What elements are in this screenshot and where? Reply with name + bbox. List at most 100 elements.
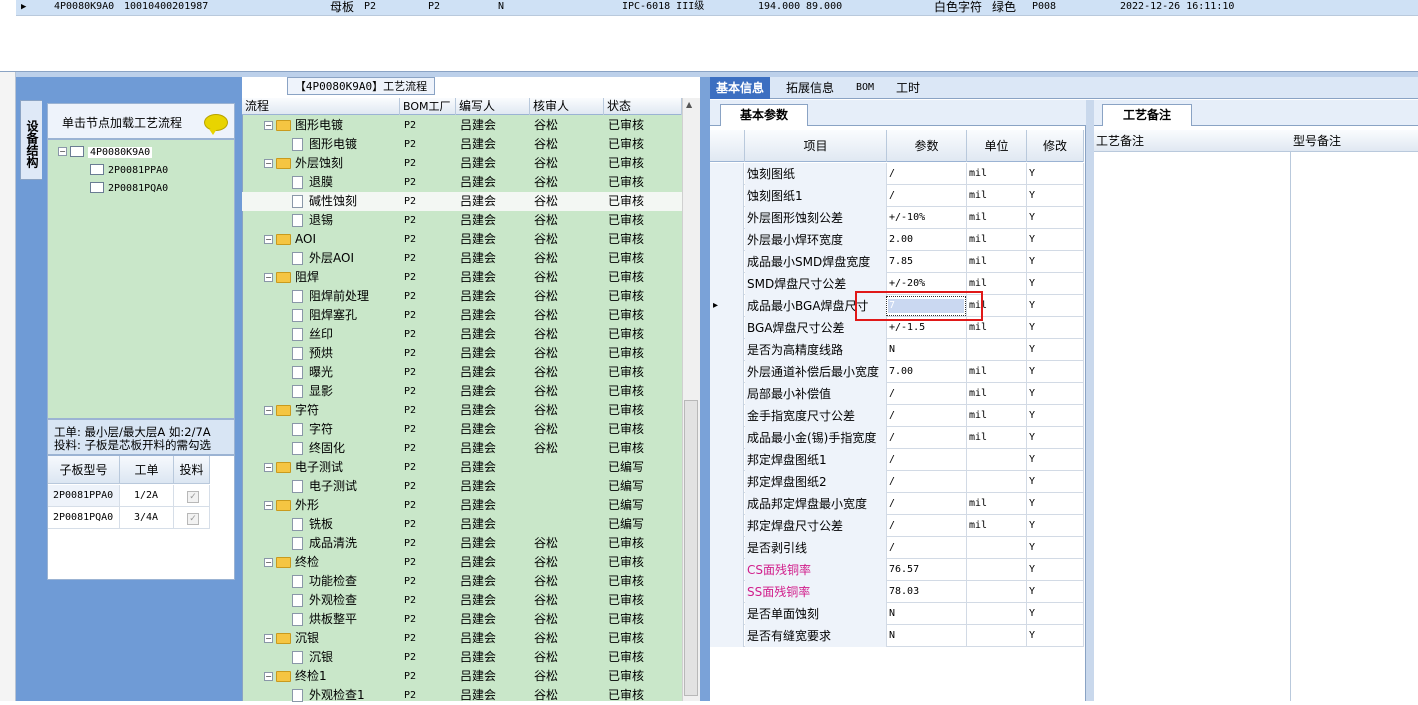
collapse-icon[interactable]: − — [264, 121, 273, 130]
param-modify[interactable]: Y — [1027, 603, 1084, 625]
collapse-icon[interactable]: − — [264, 273, 273, 282]
param-modify[interactable]: Y — [1027, 207, 1084, 229]
param-unit[interactable]: mil — [967, 383, 1027, 405]
param-value[interactable]: / — [887, 515, 967, 537]
param-modify[interactable]: Y — [1027, 317, 1084, 339]
model-notes-area[interactable]: 型号备注 — [1291, 130, 1418, 701]
param-row[interactable]: 金手指宽度尺寸公差 / mil Y — [710, 405, 1084, 427]
process-row[interactable]: 终固化 P2 吕建会 谷松 已审核 — [242, 439, 682, 458]
row-indicator[interactable] — [710, 185, 744, 207]
sub-row-model[interactable]: 2P0081PPA0 — [48, 485, 120, 507]
param-value[interactable]: / — [887, 383, 967, 405]
param-modify[interactable]: Y — [1027, 581, 1084, 603]
process-row[interactable]: 阻焊前处理 P2 吕建会 谷松 已审核 — [242, 287, 682, 306]
process-row[interactable]: 字符 P2 吕建会 谷松 已审核 — [242, 420, 682, 439]
row-indicator[interactable] — [710, 163, 744, 185]
param-modify[interactable]: Y — [1027, 449, 1084, 471]
tab-process-notes[interactable]: 工艺备注 — [1102, 104, 1192, 126]
tab-device-structure[interactable]: 设备结构 — [20, 100, 42, 180]
param-value[interactable]: / — [887, 405, 967, 427]
sub-row-order[interactable]: 3/4A — [120, 507, 174, 529]
param-row[interactable]: SS面残铜率 78.03 Y — [710, 581, 1084, 603]
param-unit[interactable]: mil — [967, 427, 1027, 449]
col-header-unit[interactable]: 单位 — [967, 130, 1027, 162]
param-row[interactable]: 是否单面蚀刻 N Y — [710, 603, 1084, 625]
param-unit[interactable]: mil — [967, 185, 1027, 207]
collapse-icon[interactable]: − — [264, 634, 273, 643]
param-modify[interactable]: Y — [1027, 163, 1084, 185]
param-modify[interactable]: Y — [1027, 339, 1084, 361]
collapse-icon[interactable]: − — [264, 501, 273, 510]
process-row[interactable]: 烘板整平 P2 吕建会 谷松 已审核 — [242, 610, 682, 629]
param-value[interactable]: / — [887, 471, 967, 493]
param-modify[interactable]: Y — [1027, 273, 1084, 295]
tab-work-hours[interactable]: 工时 — [890, 77, 926, 99]
param-modify[interactable]: Y — [1027, 625, 1084, 647]
param-value[interactable]: / — [887, 537, 967, 559]
param-row[interactable]: 成品邦定焊盘最小宽度 / mil Y — [710, 493, 1084, 515]
row-indicator[interactable] — [710, 471, 744, 493]
param-value[interactable]: / — [887, 185, 967, 207]
param-modify[interactable]: Y — [1027, 405, 1084, 427]
feed-checkbox[interactable]: ✓ — [187, 512, 199, 525]
collapse-icon[interactable]: − — [264, 463, 273, 472]
process-row[interactable]: 外层AOI P2 吕建会 谷松 已审核 — [242, 249, 682, 268]
process-row[interactable]: 沉银 P2 吕建会 谷松 已审核 — [242, 648, 682, 667]
collapse-icon[interactable]: − — [58, 147, 67, 156]
scroll-up-icon[interactable]: ▲ — [686, 100, 692, 109]
row-indicator[interactable] — [710, 361, 744, 383]
col-header-item[interactable]: 项目 — [745, 130, 887, 162]
row-indicator[interactable] — [710, 207, 744, 229]
row-indicator[interactable] — [710, 603, 744, 625]
param-value[interactable]: N — [887, 603, 967, 625]
process-row[interactable]: 铣板 P2 吕建会 已编写 — [242, 515, 682, 534]
param-value[interactable]: / — [887, 163, 967, 185]
row-indicator[interactable] — [710, 229, 744, 251]
param-modify[interactable]: Y — [1027, 537, 1084, 559]
vertical-splitter[interactable] — [700, 77, 710, 701]
param-row[interactable]: 成品最小SMD焊盘宽度 7.85 mil Y — [710, 251, 1084, 273]
param-value[interactable]: 7.85 — [887, 251, 967, 273]
param-row[interactable]: 是否为高精度线路 N Y — [710, 339, 1084, 361]
param-value[interactable]: / — [887, 493, 967, 515]
col-header-flow[interactable]: 流程 — [242, 98, 400, 115]
param-row[interactable]: 局部最小补偿值 / mil Y — [710, 383, 1084, 405]
tab-basic-params[interactable]: 基本参数 — [720, 104, 808, 126]
process-row[interactable]: 显影 P2 吕建会 谷松 已审核 — [242, 382, 682, 401]
param-row[interactable]: 蚀刻图纸1/mil Y — [710, 185, 1084, 207]
param-unit[interactable] — [967, 537, 1027, 559]
process-row[interactable]: − AOI P2 吕建会 谷松 已审核 — [242, 230, 682, 249]
master-row[interactable]: ▶ 4P0080K9A0 10010400201987 母板 P2 P2 N I… — [16, 0, 1418, 16]
tree-node-child[interactable]: 2P0081PPA0 — [90, 161, 168, 177]
row-indicator[interactable] — [710, 537, 744, 559]
collapse-icon[interactable]: − — [264, 406, 273, 415]
param-unit[interactable]: mil — [967, 207, 1027, 229]
sub-row-model[interactable]: 2P0081PQA0 — [48, 507, 120, 529]
param-modify[interactable]: Y — [1027, 361, 1084, 383]
param-unit[interactable]: mil — [967, 251, 1027, 273]
param-unit[interactable]: mil — [967, 405, 1027, 427]
col-header-reviewer[interactable]: 核审人 — [530, 98, 604, 115]
col-header-value[interactable]: 参数 — [887, 130, 967, 162]
collapse-icon[interactable]: − — [264, 235, 273, 244]
param-row[interactable]: 邦定焊盘图纸1/ Y — [710, 449, 1084, 471]
col-header-factory[interactable]: BOM工厂 — [400, 98, 456, 115]
param-unit[interactable] — [967, 339, 1027, 361]
param-modify[interactable]: Y — [1027, 515, 1084, 537]
param-unit[interactable] — [967, 559, 1027, 581]
param-modify[interactable]: Y — [1027, 383, 1084, 405]
param-value[interactable]: / — [887, 449, 967, 471]
process-row[interactable]: 外观检查 P2 吕建会 谷松 已审核 — [242, 591, 682, 610]
row-indicator[interactable] — [710, 405, 744, 427]
param-row[interactable]: 蚀刻图纸 / mil Y — [710, 163, 1084, 185]
param-modify[interactable]: Y — [1027, 559, 1084, 581]
param-row[interactable]: 邦定焊盘图纸2/ Y — [710, 471, 1084, 493]
process-row[interactable]: − 外形 P2 吕建会 已编写 — [242, 496, 682, 515]
param-row[interactable]: 是否剥引线 / Y — [710, 537, 1084, 559]
col-header-order[interactable]: 工单 — [120, 456, 174, 484]
process-row[interactable]: 成品清洗 P2 吕建会 谷松 已审核 — [242, 534, 682, 553]
row-indicator[interactable]: ▸ — [710, 295, 744, 317]
param-row[interactable]: 外层最小焊环宽度 2.00 mil Y — [710, 229, 1084, 251]
row-indicator[interactable] — [710, 317, 744, 339]
process-row[interactable]: 预烘 P2 吕建会 谷松 已审核 — [242, 344, 682, 363]
